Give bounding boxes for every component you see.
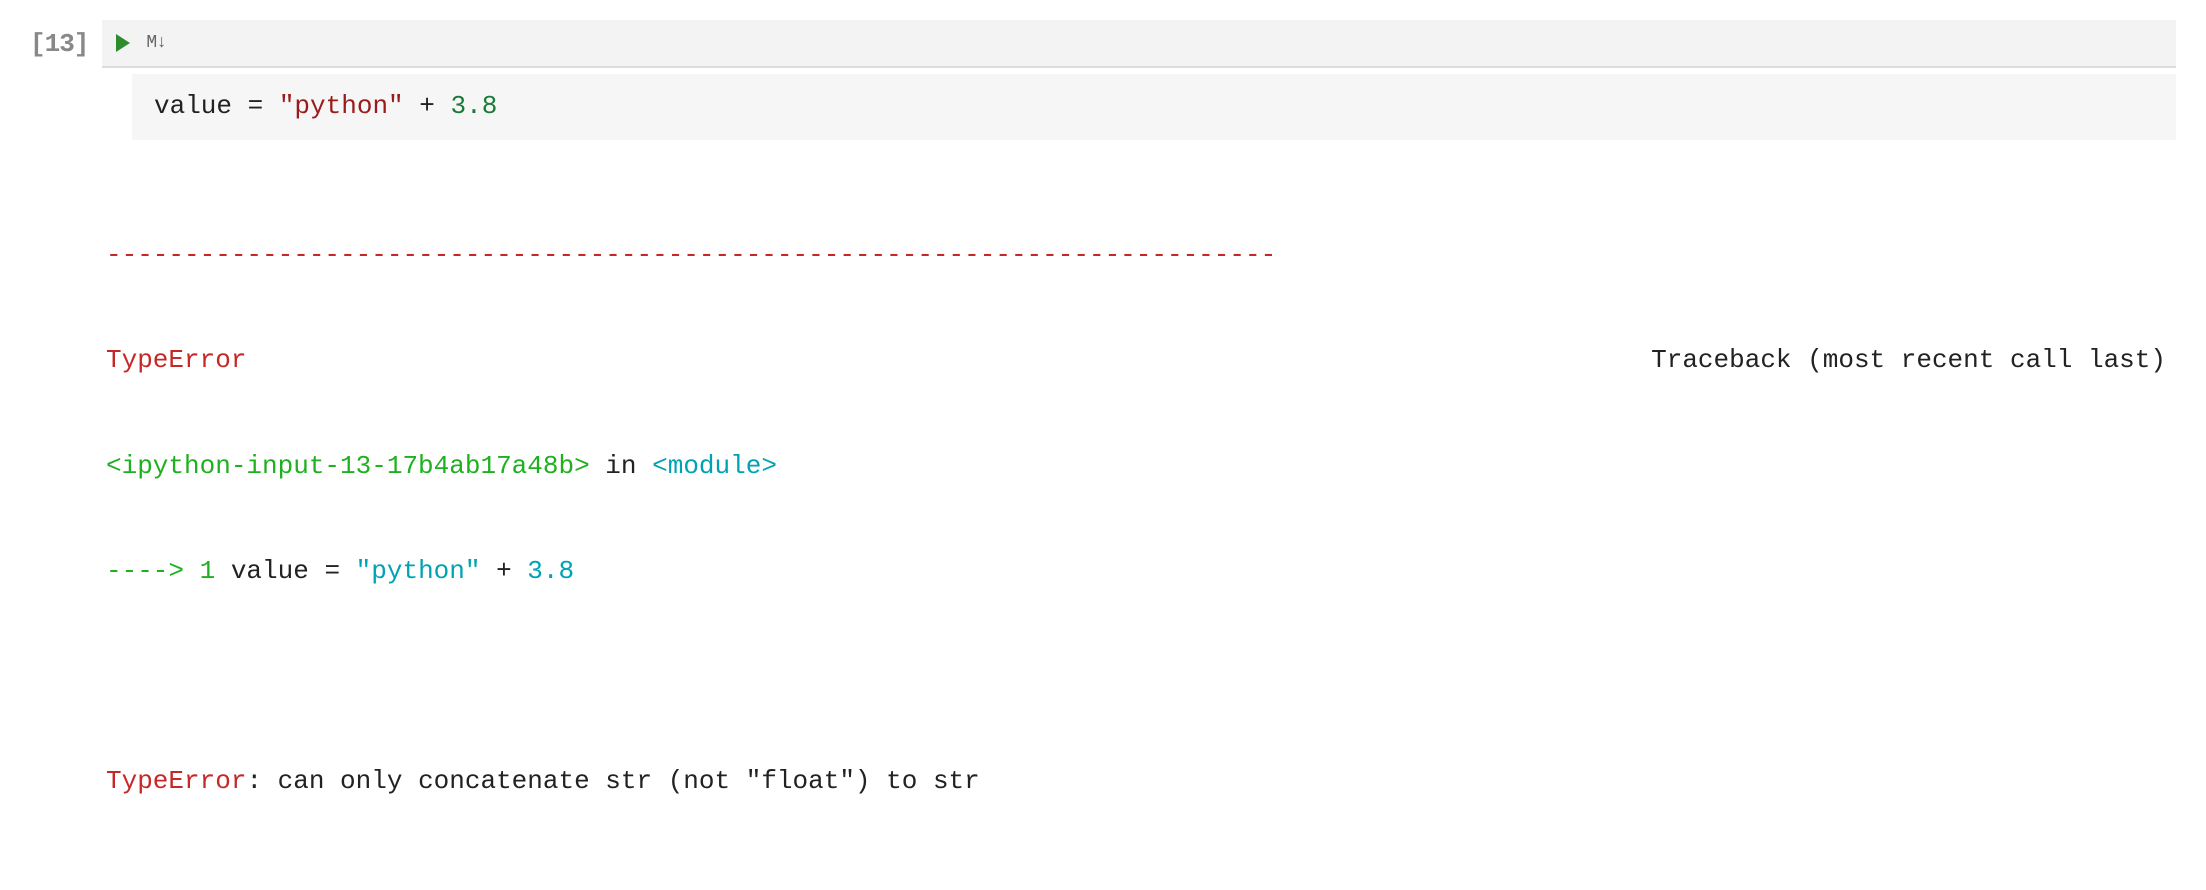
- error-header-row: TypeError Traceback (most recent call las…: [106, 343, 2176, 378]
- code-token-plus: +: [404, 91, 451, 121]
- tb-var: value: [215, 556, 324, 586]
- markdown-icon[interactable]: M↓: [146, 33, 166, 53]
- ipython-input-ref: <ipython-input-13-17b4ab17a48b>: [106, 451, 590, 481]
- blank-line: [106, 659, 2176, 694]
- tb-float: 3.8: [527, 556, 574, 586]
- traceback-line-row: ----> 1 value = "python" + 3.8: [106, 554, 2176, 589]
- error-type-2: TypeError: [106, 766, 246, 796]
- in-text: in: [590, 451, 652, 481]
- error-type: TypeError: [106, 343, 246, 378]
- code-token-var: value: [154, 91, 232, 121]
- traceback-source-row: <ipython-input-13-17b4ab17a48b> in <modu…: [106, 449, 2176, 484]
- notebook-cell: [13] M↓ value = "python" + 3.8 ---------…: [30, 20, 2176, 870]
- cell-toolbar: M↓: [102, 20, 2176, 68]
- traceback-label: Traceback (most recent call last): [1651, 343, 2176, 378]
- code-token-op: =: [232, 91, 279, 121]
- error-message: : can only concatenate str (not "float")…: [246, 766, 979, 796]
- traceback-arrow: ----> 1: [106, 556, 215, 586]
- tb-eq: =: [324, 556, 340, 586]
- prompt-number: [13]: [30, 29, 88, 59]
- tb-string: "python": [356, 556, 481, 586]
- error-message-row: TypeError: can only concatenate str (not…: [106, 764, 2176, 799]
- tb-sp: [340, 556, 356, 586]
- tb-plus: +: [480, 556, 527, 586]
- code-token-num-int: 3: [450, 91, 466, 121]
- code-token-dot: .: [466, 91, 482, 121]
- cell-prompt-row: [13] M↓: [30, 20, 2176, 68]
- code-token-num-dec: 8: [482, 91, 498, 121]
- code-token-string: "python": [279, 91, 404, 121]
- run-icon[interactable]: [116, 34, 130, 52]
- code-input[interactable]: value = "python" + 3.8: [132, 74, 2176, 140]
- module-ref: <module>: [652, 451, 777, 481]
- error-separator: ----------------------------------------…: [106, 238, 2176, 273]
- error-output: ----------------------------------------…: [106, 168, 2176, 870]
